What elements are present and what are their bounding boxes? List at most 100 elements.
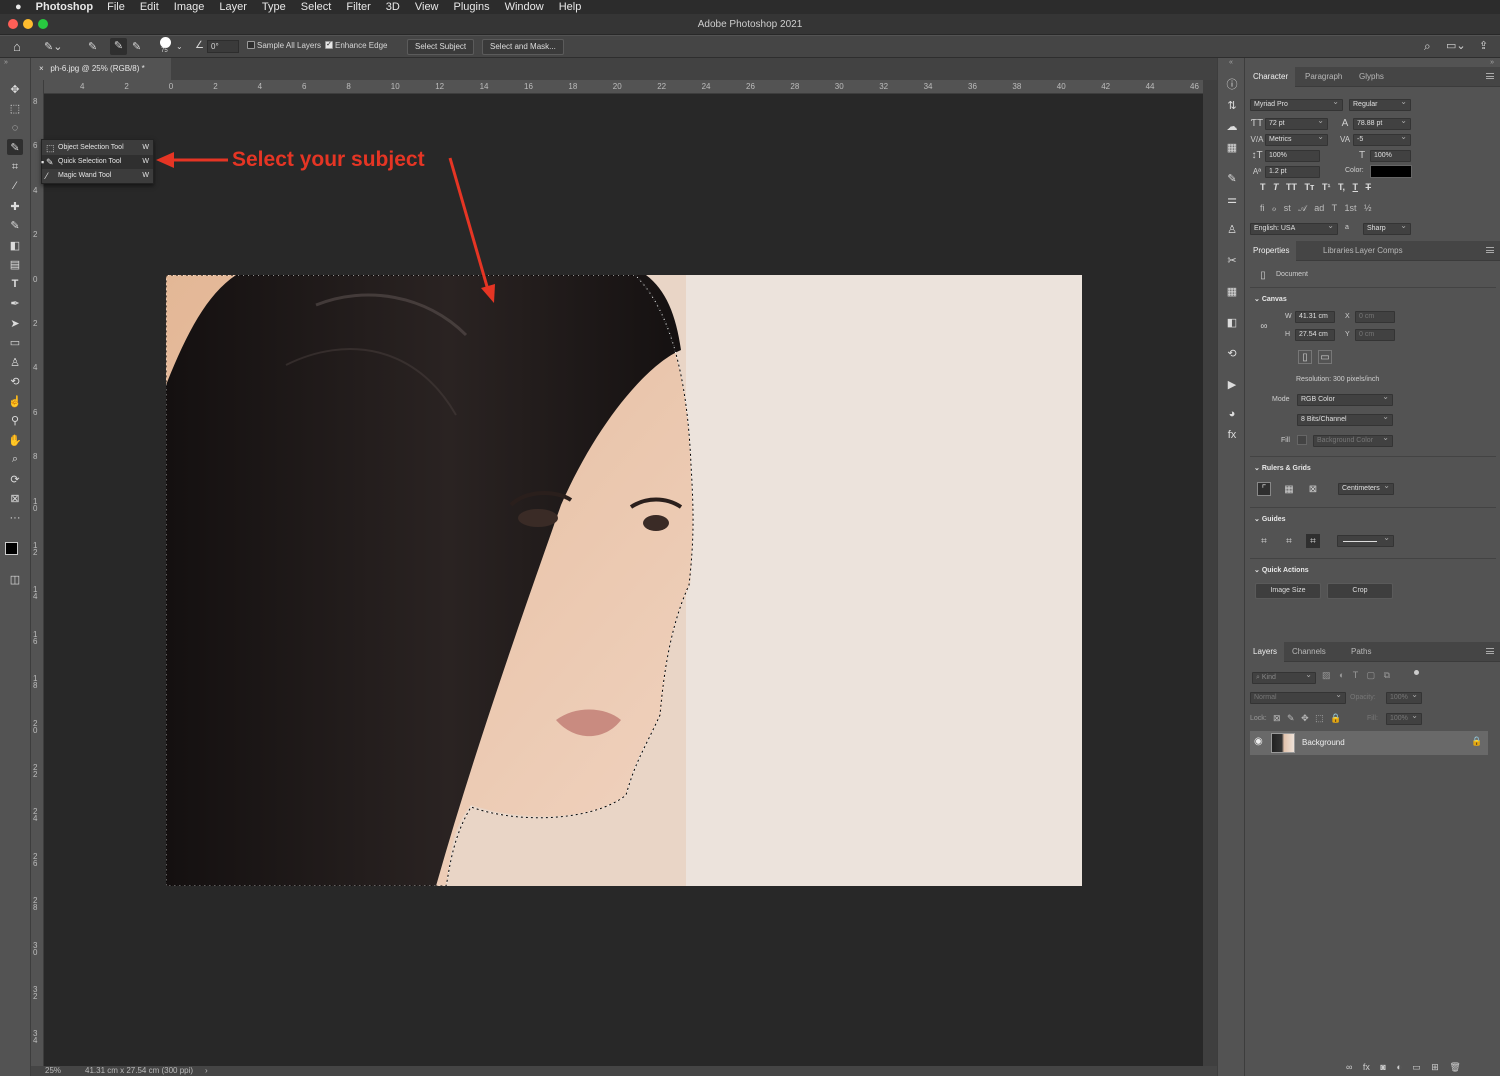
baseline-shift-input[interactable]: 1.2 pt	[1265, 166, 1320, 178]
grid-icon[interactable]: ▦	[1224, 283, 1240, 299]
discretionary-ligatures-button[interactable]: st	[1284, 203, 1291, 213]
subscript-button[interactable]: T,	[1338, 182, 1345, 192]
dodge-tool-icon[interactable]: ⚲	[7, 412, 23, 428]
path-selection-icon[interactable]: ➤	[7, 315, 23, 331]
canvas-x-input[interactable]: 0 cm	[1355, 311, 1395, 323]
collapse-icon[interactable]: «	[1229, 59, 1233, 66]
layer-filter-icons[interactable]: ▨ ◐ T ▢ ⧉	[1322, 670, 1422, 684]
document-tab[interactable]: × ph-6.jpg @ 25% (RGB/8) *	[31, 58, 171, 80]
tab-layer-comps[interactable]: Layer Comps	[1348, 241, 1410, 261]
flyout-object-selection[interactable]: ⬚ Object Selection Tool W	[42, 141, 153, 155]
close-tab-icon[interactable]: ×	[39, 64, 44, 73]
menu-app-name[interactable]: Photoshop	[36, 1, 93, 13]
zoom-tool-icon[interactable]: ⌕	[7, 451, 23, 467]
info-icon[interactable]: ⓘ	[1224, 76, 1240, 92]
rulers-grids-section-title[interactable]: ⌄ Rulers & Grids	[1254, 464, 1311, 472]
libraries-icon[interactable]: ☁	[1224, 118, 1240, 134]
eraser-tool-icon[interactable]: ◧	[7, 237, 23, 253]
canvas-height-input[interactable]: 27.54 cm	[1295, 329, 1335, 341]
canvas-y-input[interactable]: 0 cm	[1355, 329, 1395, 341]
new-selection-icon[interactable]: ✎	[88, 40, 97, 53]
fx-icon[interactable]: fx	[1224, 427, 1240, 443]
zoom-level[interactable]: 25%	[45, 1066, 61, 1076]
eyedropper-tool-icon[interactable]: ⁄	[7, 178, 23, 194]
healing-brush-icon[interactable]: ✚	[7, 198, 23, 214]
angle-input[interactable]: 0°	[207, 40, 239, 53]
guide-style-select[interactable]	[1337, 533, 1394, 547]
guides-icon[interactable]: ⌗	[1257, 534, 1271, 548]
type-style-buttons[interactable]: T T TT Tт T¹ T, T T	[1260, 182, 1420, 196]
pixel-grid-icon[interactable]: ⊠	[1306, 482, 1320, 496]
titling-button[interactable]: T	[1332, 203, 1337, 213]
tool-preset-icon[interactable]: ✎⌄	[44, 40, 62, 53]
color-mode-select[interactable]: RGB Color	[1297, 392, 1393, 406]
collapse-panels-icon[interactable]: »	[1490, 59, 1494, 66]
hand-tool-icon[interactable]: ✋	[7, 432, 23, 448]
font-style-select[interactable]: Regular	[1349, 97, 1411, 111]
flyout-quick-selection[interactable]: ▪ ✎ Quick Selection Tool W	[41, 155, 153, 169]
smudge-tool-icon[interactable]: ☝	[7, 393, 23, 409]
apple-icon[interactable]: ●	[15, 1, 22, 13]
subtract-selection-icon[interactable]: ✎	[132, 40, 141, 53]
opacity-input[interactable]: 100%	[1386, 690, 1422, 704]
gradient-tool-icon[interactable]: ▤	[7, 256, 23, 272]
quick-selection-tool-icon[interactable]: ✎	[7, 139, 23, 155]
stamp-tool-icon[interactable]: ♙	[7, 354, 23, 370]
stylistic-alternates-button[interactable]: ad	[1314, 203, 1324, 213]
brush-panel-icon[interactable]: ✎	[1224, 170, 1240, 186]
tab-character[interactable]: Character	[1246, 67, 1296, 87]
tools-icon[interactable]: ✂	[1224, 252, 1240, 268]
quick-actions-section-title[interactable]: ⌄ Quick Actions	[1254, 566, 1309, 574]
add-guides-icon[interactable]: ⌗	[1282, 534, 1296, 548]
menu-type[interactable]: Type	[262, 1, 286, 13]
lock-icons[interactable]: ⊠ ✎ ✥ ⬚ 🔒	[1273, 713, 1373, 725]
portrait-orientation-icon[interactable]: ▯	[1298, 350, 1312, 364]
bit-depth-select[interactable]: 8 Bits/Channel	[1297, 412, 1393, 426]
menu-filter[interactable]: Filter	[346, 1, 370, 13]
horizontal-scale-input[interactable]: 100%	[1370, 150, 1411, 162]
pen-tool-icon[interactable]: ✒	[7, 295, 23, 311]
font-family-select[interactable]: Myriad Pro	[1250, 97, 1343, 111]
enhance-edge-checkbox[interactable]: ✓	[325, 41, 333, 49]
home-icon[interactable]: ⌂	[13, 39, 21, 54]
filter-toggle-icon[interactable]	[1414, 670, 1419, 675]
tab-channels[interactable]: Channels	[1285, 642, 1333, 662]
superscript-button[interactable]: T¹	[1322, 182, 1331, 192]
image-size-button[interactable]: Image Size	[1255, 583, 1321, 599]
menu-edit[interactable]: Edit	[140, 1, 159, 13]
workspace-icon[interactable]: ▭⌄	[1446, 39, 1466, 52]
adjustments-icon[interactable]: ⇅	[1224, 97, 1240, 113]
document-dimensions[interactable]: 41.31 cm x 27.54 cm (300 ppi)	[85, 1066, 193, 1076]
more-tools-icon[interactable]: ···	[7, 510, 23, 526]
brush-chevron-icon[interactable]: ⌄	[176, 42, 183, 51]
menu-view[interactable]: View	[415, 1, 439, 13]
contextual-alternates-button[interactable]: ℴ	[1272, 203, 1276, 213]
link-icon[interactable]: ∞	[1257, 319, 1271, 333]
history-icon[interactable]: ⟲	[1224, 345, 1240, 361]
vertical-scale-input[interactable]: 100%	[1265, 150, 1320, 162]
menu-layer[interactable]: Layer	[219, 1, 247, 13]
flyout-magic-wand[interactable]: ⁄ Magic Wand Tool W	[42, 169, 153, 183]
tab-paths[interactable]: Paths	[1344, 642, 1378, 662]
crop-button[interactable]: Crop	[1327, 583, 1393, 599]
panel-menu-icon[interactable]	[1486, 247, 1494, 253]
strikethrough-button[interactable]: T	[1366, 182, 1372, 192]
crop-tool-icon[interactable]: ⌗	[7, 159, 23, 175]
document-image[interactable]	[166, 275, 1082, 886]
table-icon[interactable]: ▦	[1224, 139, 1240, 155]
visibility-eye-icon[interactable]: ◉	[1254, 736, 1263, 747]
ordinals-button[interactable]: 1st	[1344, 203, 1356, 213]
canvas-section-title[interactable]: ⌄ Canvas	[1254, 295, 1287, 303]
language-select[interactable]: English: USA	[1250, 221, 1338, 235]
ruler-toggle-icon[interactable]: ⌜	[1257, 482, 1271, 496]
menu-file[interactable]: File	[107, 1, 125, 13]
add-to-selection-icon[interactable]: ✎	[110, 38, 127, 55]
fill-swatch[interactable]	[1297, 435, 1307, 445]
brush-preview-icon[interactable]	[160, 37, 171, 48]
history-brush-icon[interactable]: ⟲	[7, 373, 23, 389]
grid-toggle-icon[interactable]: ▦	[1282, 482, 1296, 496]
layers-footer-icons[interactable]: ∞ fx ◙ ◐ ▭ ⊞ 🗑	[1346, 1062, 1496, 1074]
sample-all-layers-checkbox[interactable]	[247, 41, 255, 49]
font-size-select[interactable]: 72 pt	[1265, 116, 1328, 130]
kerning-select[interactable]: Metrics	[1265, 132, 1328, 146]
